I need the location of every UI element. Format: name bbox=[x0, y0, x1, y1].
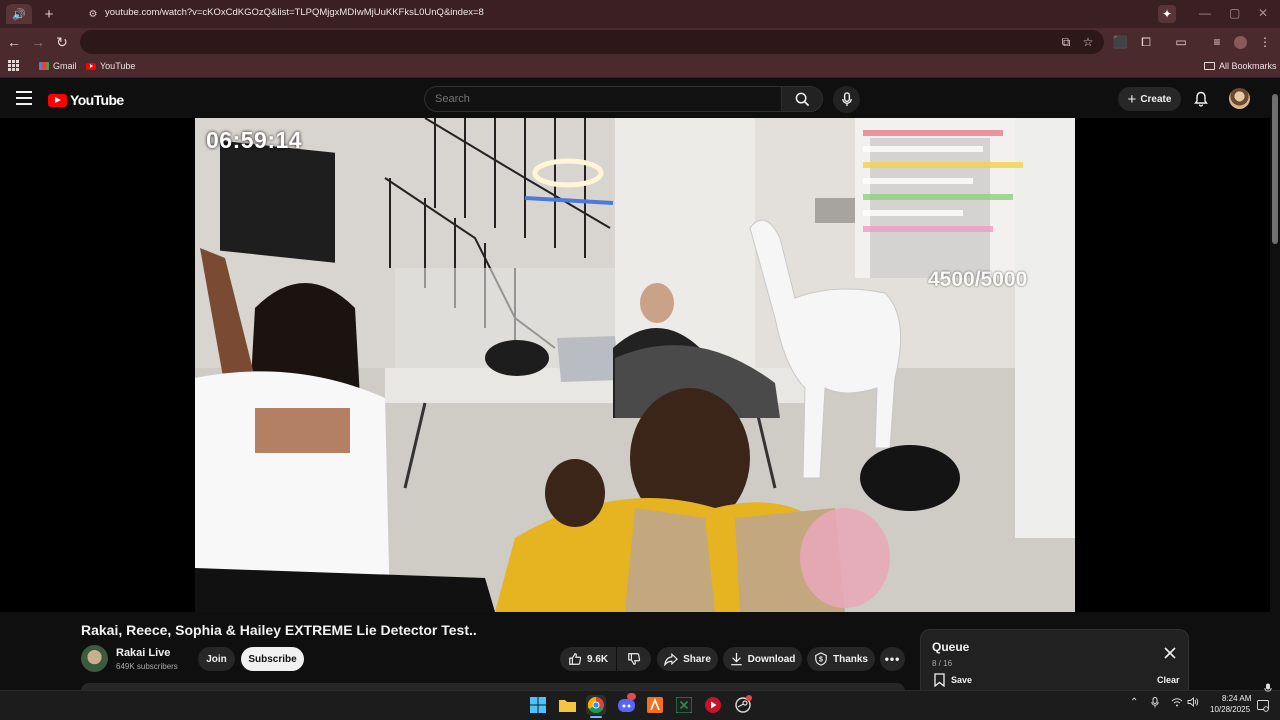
clock-date[interactable]: 10/28/2025 bbox=[1210, 705, 1250, 714]
bookmark-youtube[interactable]: YouTube bbox=[86, 61, 135, 71]
notifications-button[interactable] bbox=[1192, 90, 1210, 108]
search-icon bbox=[795, 92, 809, 106]
mic-icon bbox=[841, 92, 852, 107]
gmail-icon bbox=[39, 62, 49, 70]
like-button[interactable]: 9.6K bbox=[560, 647, 616, 671]
file-explorer-icon[interactable] bbox=[557, 695, 577, 715]
thumbs-up-icon bbox=[569, 653, 582, 665]
bookmarks-bar bbox=[0, 56, 1280, 78]
download-icon bbox=[730, 652, 742, 666]
account-avatar[interactable] bbox=[1229, 88, 1250, 109]
reading-mode-icon[interactable]: ▭ bbox=[1173, 34, 1189, 50]
notification-mic-icon[interactable] bbox=[1264, 683, 1272, 697]
scrollbar-thumb[interactable] bbox=[1272, 94, 1278, 244]
close-window-button[interactable]: ✕ bbox=[1258, 6, 1268, 20]
join-button[interactable]: Join bbox=[198, 647, 235, 671]
queue-clear-button[interactable]: Clear bbox=[1157, 675, 1180, 685]
download-button[interactable]: Download bbox=[723, 647, 802, 671]
menu-icon[interactable] bbox=[16, 91, 32, 105]
search-input[interactable] bbox=[424, 86, 782, 112]
stream-counter-overlay: 4500/5000 bbox=[928, 268, 1028, 291]
folder-icon bbox=[1204, 62, 1215, 70]
tray-overflow-icon[interactable]: ⌃ bbox=[1130, 697, 1138, 708]
chrome-active-indicator bbox=[590, 716, 602, 718]
orange-app-icon[interactable] bbox=[645, 695, 665, 715]
thumbs-down-icon bbox=[628, 653, 641, 665]
video-title: Rakai, Reece, Sophia & Hailey EXTREME Li… bbox=[81, 622, 477, 638]
wifi-icon[interactable] bbox=[1171, 697, 1183, 710]
bookmark-star-icon[interactable]: ☆ bbox=[1080, 34, 1096, 50]
media-control-icon[interactable]: ≡ bbox=[1209, 34, 1225, 50]
minimize-button[interactable]: — bbox=[1199, 6, 1211, 20]
media-player-icon[interactable] bbox=[703, 695, 723, 715]
extension-icon[interactable]: ⬛ bbox=[1112, 34, 1128, 50]
channel-name[interactable]: Rakai Live bbox=[116, 647, 170, 659]
gemini-icon[interactable]: ✦ bbox=[1158, 5, 1176, 23]
stream-timer-overlay: 06:59:14 bbox=[206, 127, 303, 153]
notification-center-icon[interactable] bbox=[1257, 700, 1269, 715]
video-frame[interactable] bbox=[195, 118, 1075, 612]
speaker-icon: 🔊 bbox=[12, 8, 26, 21]
install-app-icon[interactable]: ⧉ bbox=[1058, 34, 1074, 50]
more-actions-button[interactable]: ••• bbox=[880, 647, 905, 671]
share-icon bbox=[664, 652, 679, 666]
address-bar[interactable] bbox=[80, 30, 1104, 54]
bookmark-gmail[interactable]: Gmail bbox=[39, 61, 77, 71]
back-button[interactable]: ← bbox=[5, 33, 23, 51]
dislike-button[interactable] bbox=[617, 647, 651, 671]
voice-search-button[interactable] bbox=[833, 86, 860, 113]
channel-avatar[interactable] bbox=[81, 645, 108, 672]
queue-title: Queue bbox=[932, 640, 970, 654]
share-button[interactable]: Share bbox=[657, 647, 718, 671]
subscriber-count: 649K subscribers bbox=[116, 662, 178, 671]
video-scene bbox=[195, 118, 1075, 612]
create-button[interactable]: + Create bbox=[1118, 87, 1181, 111]
browser-tab-audio[interactable]: 🔊 bbox=[6, 4, 32, 24]
close-icon bbox=[1164, 647, 1176, 659]
url-text[interactable]: youtube.com/watch?v=cKOxCdKGOzQ&list=TLP… bbox=[105, 7, 484, 18]
more-horizontal-icon: ••• bbox=[884, 652, 901, 666]
youtube-logo-icon bbox=[48, 93, 67, 107]
steam-notification-dot bbox=[746, 695, 752, 701]
youtube-icon bbox=[86, 62, 96, 70]
apps-grid-icon[interactable] bbox=[8, 60, 19, 71]
tray-mic-icon[interactable] bbox=[1151, 697, 1159, 711]
windows-taskbar bbox=[0, 690, 1280, 720]
svg-text:$: $ bbox=[819, 657, 823, 664]
search-button[interactable] bbox=[781, 86, 823, 112]
subscribe-button[interactable]: Subscribe bbox=[241, 647, 304, 671]
plus-icon: + bbox=[1127, 90, 1137, 108]
reload-button[interactable]: ↻ bbox=[53, 33, 71, 51]
bookmark-icon bbox=[934, 673, 945, 687]
queue-position: 8 / 16 bbox=[932, 659, 953, 668]
bell-icon bbox=[1194, 91, 1208, 107]
site-info-icon[interactable]: ⚙ bbox=[86, 7, 100, 21]
excel-icon[interactable] bbox=[674, 695, 694, 715]
windows-start-icon[interactable] bbox=[528, 695, 548, 715]
profile-avatar-icon[interactable] bbox=[1232, 34, 1248, 50]
new-tab-button[interactable]: + bbox=[40, 5, 58, 23]
thanks-dollar-icon: $ bbox=[815, 652, 827, 666]
thanks-button[interactable]: $ Thanks bbox=[807, 647, 875, 671]
clock-time[interactable]: 8:24 AM bbox=[1222, 694, 1251, 703]
forward-button[interactable]: → bbox=[29, 33, 47, 51]
queue-save-button[interactable]: Save bbox=[934, 673, 972, 687]
all-bookmarks[interactable]: All Bookmarks bbox=[1204, 61, 1277, 71]
extensions-puzzle-icon[interactable]: ⧠ bbox=[1138, 34, 1154, 50]
chrome-icon[interactable] bbox=[586, 695, 606, 715]
volume-icon[interactable] bbox=[1187, 697, 1199, 710]
chrome-menu-icon[interactable]: ⋮ bbox=[1257, 34, 1273, 50]
maximize-button[interactable]: ▢ bbox=[1229, 6, 1240, 20]
discord-badge bbox=[627, 693, 636, 700]
queue-close-button[interactable] bbox=[1162, 645, 1178, 661]
youtube-logo[interactable]: YouTube bbox=[48, 92, 124, 108]
youtube-header: YouTube + Create bbox=[0, 80, 1280, 118]
